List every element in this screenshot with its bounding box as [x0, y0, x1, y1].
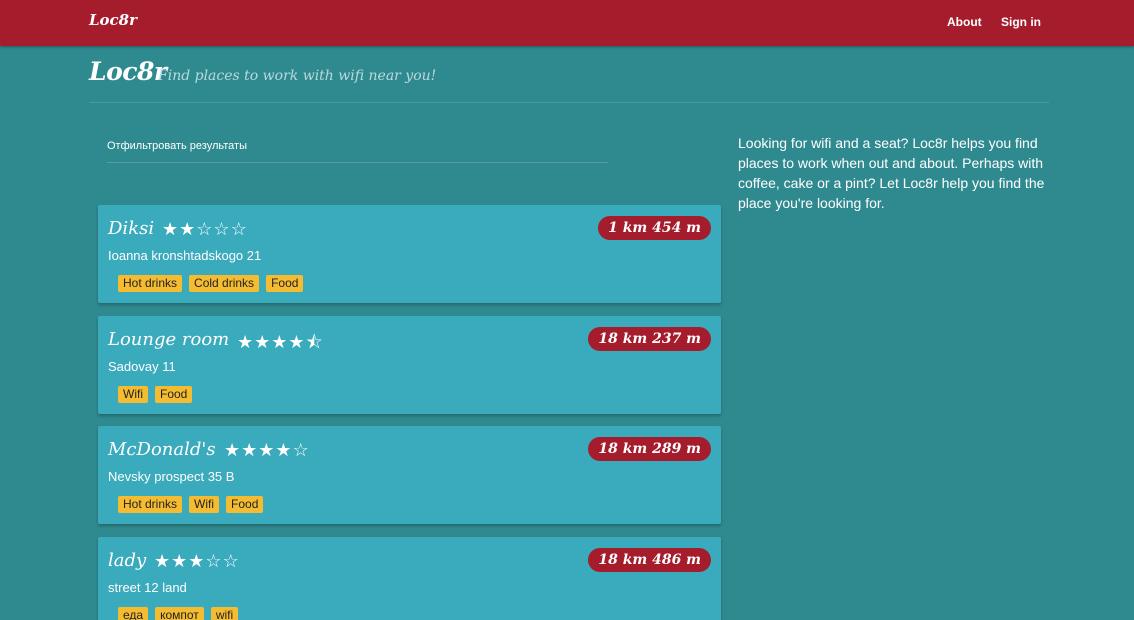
page-title: Loc8r: [89, 57, 167, 86]
facility-tags: еда компот wifi: [118, 606, 245, 620]
facility-tag: Wifi: [189, 496, 220, 513]
rating-stars: ★★★☆☆: [154, 551, 240, 572]
location-card[interactable]: Lounge room ★★★★⯪ Sadovay 11 Wifi Food 18 km …: [98, 316, 721, 414]
facility-tag: wifi: [210, 607, 239, 620]
star-outline-icon: ☆: [196, 219, 214, 239]
star-icon: ★: [241, 440, 259, 460]
star-icon: ★: [237, 332, 255, 352]
facility-tags: Hot drinks Wifi Food: [118, 495, 270, 513]
distance-badge: 18 km 237 m: [588, 327, 711, 351]
star-icon: ★: [275, 440, 293, 460]
sidebar-description: Looking for wifi and a seat? Loc8r helps…: [738, 135, 1045, 211]
location-name[interactable]: McDonald's: [108, 439, 216, 460]
facility-tag: Food: [155, 386, 193, 403]
facility-tag: еда: [118, 607, 149, 620]
location-card[interactable]: Diksi ★★☆☆☆ Ioanna kronshtadskogo 21 Hot dr…: [98, 205, 721, 303]
location-address: Nevsky prospect 35 B: [108, 469, 235, 484]
facility-tag: Hot drinks: [118, 496, 183, 513]
star-outline-icon: ☆: [292, 440, 310, 460]
location-card[interactable]: lady ★★★☆☆ street 12 land еда компот wifi 18 k…: [98, 537, 721, 620]
location-name[interactable]: Lounge room: [108, 329, 229, 350]
star-outline-icon: ☆: [222, 551, 240, 571]
star-outline-icon: ☆: [230, 219, 248, 239]
location-address: street 12 land: [108, 580, 187, 595]
star-icon: ★: [224, 440, 242, 460]
facility-tag: Hot drinks: [118, 275, 183, 292]
location-address: Ioanna kronshtadskogo 21: [108, 248, 262, 263]
star-icon: ★: [179, 219, 197, 239]
page-subtitle: Find places to work with wifi near you!: [158, 68, 437, 84]
location-address: Sadovay 11: [108, 359, 176, 374]
star-icon: ★: [188, 551, 206, 571]
page-header: Loc8r Find places to work with wifi near…: [89, 57, 1049, 103]
facility-tags: Wifi Food: [118, 385, 199, 403]
star-icon: ★: [254, 332, 272, 352]
rating-stars: ★★★★☆: [224, 440, 310, 461]
distance-badge: 18 km 289 m: [588, 437, 711, 461]
location-card[interactable]: McDonald's ★★★★☆ Nevsky prospect 35 B Hot d…: [98, 426, 721, 524]
facility-tag: Wifi: [118, 386, 148, 403]
location-name[interactable]: Diksi: [108, 218, 154, 239]
brand-logo[interactable]: Loc8r: [89, 11, 137, 29]
star-outline-icon: ☆: [205, 551, 223, 571]
star-half-icon: ⯪: [305, 332, 324, 352]
navbar: Loc8r About Sign in: [0, 0, 1134, 46]
facility-tag: Food: [266, 275, 304, 292]
nav-link-sign-in[interactable]: Sign in: [1001, 15, 1041, 29]
distance-badge: 18 km 486 m: [588, 548, 711, 572]
star-outline-icon: ☆: [213, 219, 231, 239]
star-icon: ★: [162, 219, 180, 239]
filter-divider: [107, 162, 608, 163]
star-icon: ★: [154, 551, 172, 571]
facility-tag: Food: [226, 496, 264, 513]
rating-stars: ★★☆☆☆: [162, 219, 248, 240]
location-name[interactable]: lady: [108, 550, 146, 571]
star-icon: ★: [271, 332, 289, 352]
facility-tags: Hot drinks Cold drinks Food: [118, 274, 310, 292]
nav-link-about[interactable]: About: [947, 15, 982, 29]
star-icon: ★: [288, 332, 306, 352]
facility-tag: Cold drinks: [189, 275, 260, 292]
star-icon: ★: [171, 551, 189, 571]
distance-badge: 1 km 454 m: [598, 216, 711, 240]
filter-label[interactable]: Отфильтровать результаты: [107, 140, 247, 152]
rating-stars: ★★★★⯪: [237, 330, 324, 360]
star-icon: ★: [258, 440, 276, 460]
facility-tag: компот: [155, 607, 204, 620]
